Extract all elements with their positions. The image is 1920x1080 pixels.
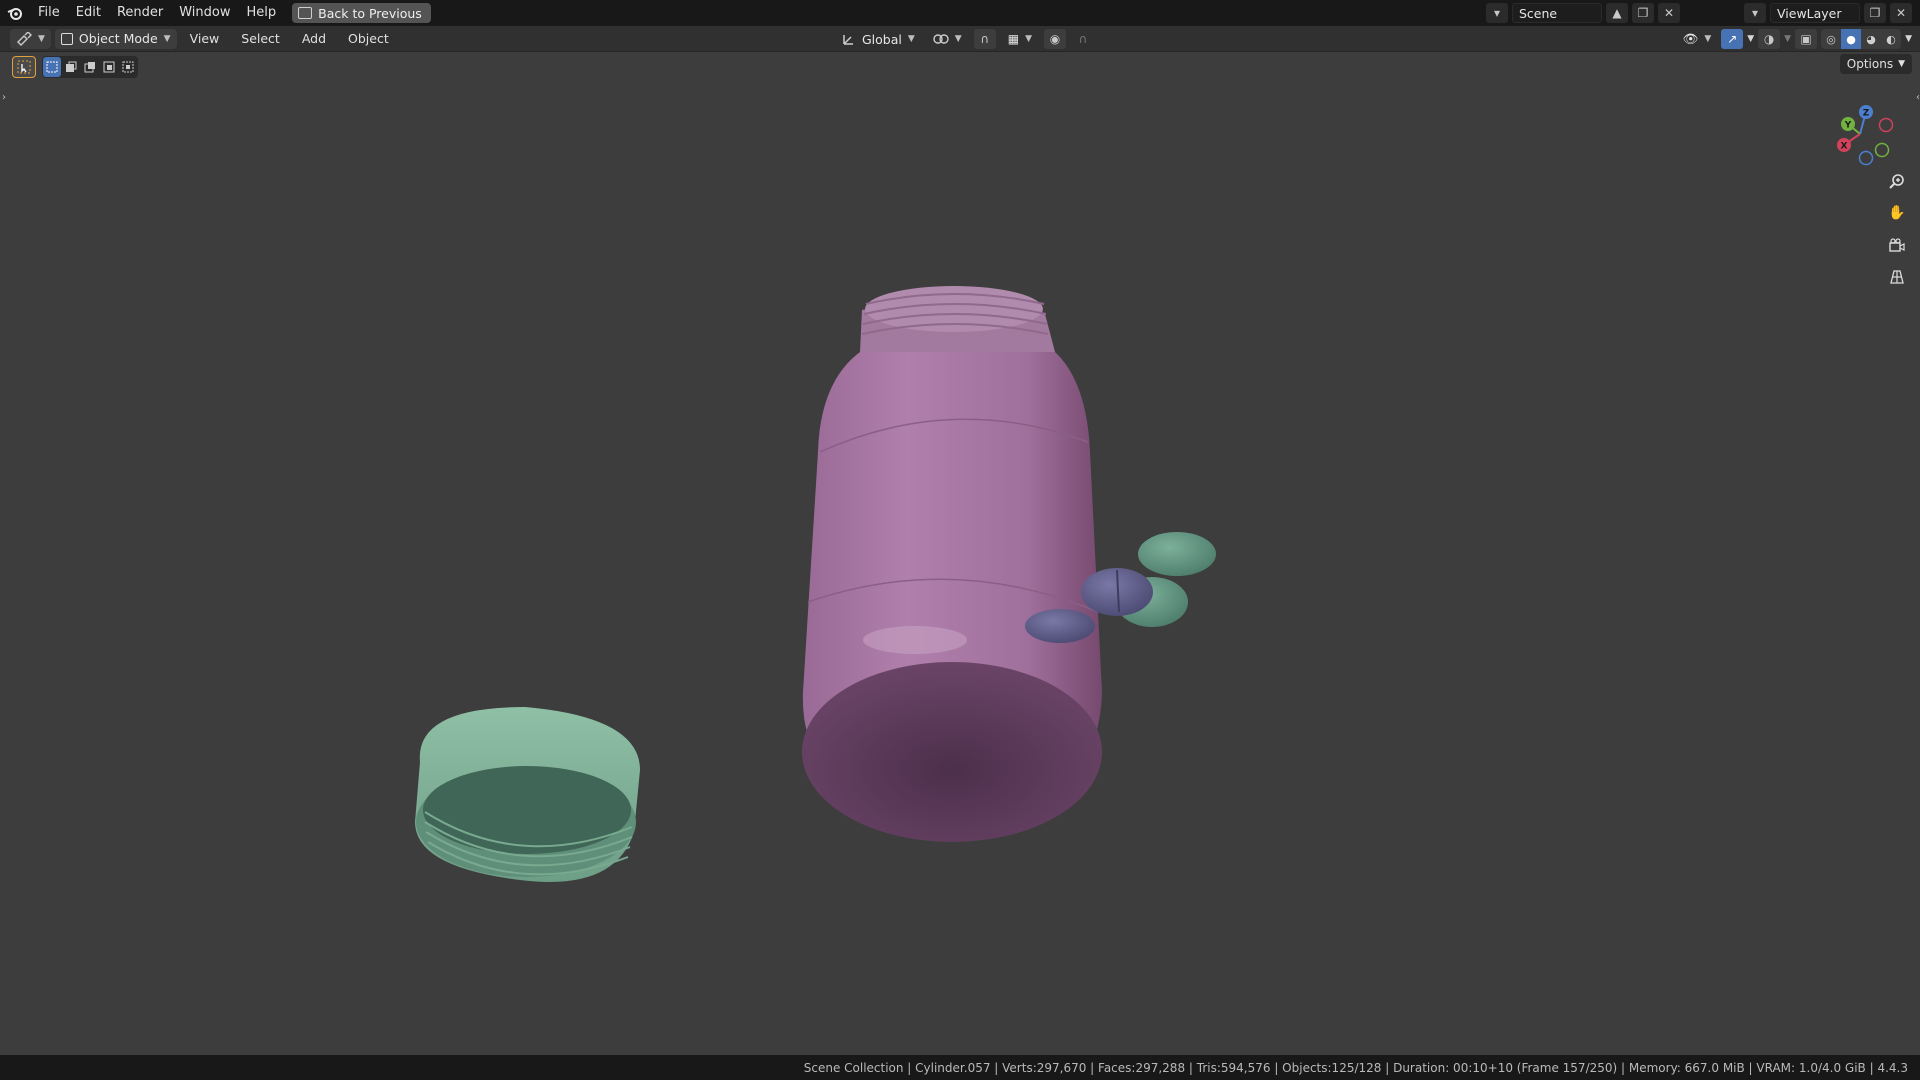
- new-scene-icon[interactable]: ❐: [1632, 3, 1654, 23]
- view-layer-type-icon[interactable]: ▾: [1744, 3, 1766, 23]
- chevron-down-icon[interactable]: ▼: [1905, 34, 1912, 44]
- orientation-label: Global: [862, 31, 902, 47]
- snap-target-dropdown[interactable]: ▦ ▼: [1002, 29, 1038, 49]
- view-layer-field[interactable]: ViewLayer: [1770, 3, 1860, 23]
- chevron-down-icon: ▼: [38, 33, 45, 44]
- blender-logo-icon[interactable]: [0, 0, 30, 26]
- editor-type-dropdown[interactable]: ▼: [10, 28, 51, 49]
- screen-icon: [298, 7, 313, 19]
- menu-window[interactable]: Window: [171, 0, 238, 26]
- view-layer-name: ViewLayer: [1777, 5, 1842, 21]
- falloff-icon[interactable]: ∩: [1072, 29, 1094, 49]
- shading-wireframe-icon[interactable]: ◎: [1821, 29, 1841, 49]
- shading-material-icon[interactable]: ◕: [1861, 29, 1881, 49]
- mode-dropdown[interactable]: Object Mode ▼: [54, 28, 177, 49]
- snap-grid-icon: ▦: [1007, 32, 1020, 46]
- cap-object[interactable]: [415, 707, 640, 882]
- viewport-header: ▼ Object Mode ▼ View Select Add Object G…: [0, 26, 1920, 52]
- viewport-display-controls: 👁 ▼ ↗ ▼ ◑ ▼ ▣ ◎ ● ◕ ◐ ▼: [1676, 29, 1912, 49]
- chevron-down-icon[interactable]: ▼: [1747, 34, 1754, 44]
- chevron-down-icon[interactable]: ▼: [1784, 34, 1791, 44]
- back-to-previous-label: Back to Previous: [318, 5, 422, 21]
- scene-render: [415, 286, 1216, 882]
- menu-file[interactable]: File: [30, 0, 68, 26]
- pivot-icon: [933, 34, 949, 44]
- scene-type-icon[interactable]: ▾: [1486, 3, 1508, 23]
- pivot-dropdown[interactable]: ▼: [927, 29, 968, 49]
- delete-view-layer-icon[interactable]: ✕: [1890, 3, 1912, 23]
- shading-rendered-icon[interactable]: ◐: [1881, 29, 1901, 49]
- visibility-icon: 👁: [1682, 31, 1699, 46]
- editor-type-icon: [17, 31, 32, 46]
- chevron-down-icon: ▼: [1025, 34, 1032, 44]
- chevron-down-icon: ▼: [163, 33, 171, 44]
- scene-name-field[interactable]: Scene: [1512, 3, 1602, 23]
- 3d-viewport[interactable]: › ‹ Options ▼ Z Y X ✋: [0, 52, 1920, 1055]
- mode-label: Object Mode: [78, 31, 158, 46]
- transform-controls: Global ▼ ▼ ∩ ▦ ▼ ◉ ∩: [836, 29, 1094, 49]
- new-view-layer-icon[interactable]: ❐: [1864, 3, 1886, 23]
- xray-icon[interactable]: ▣: [1795, 29, 1818, 49]
- transform-orientation-dropdown[interactable]: Global ▼: [836, 29, 921, 49]
- scene-selector: ▾ Scene ▲ ❐ ✕: [1486, 3, 1680, 23]
- shading-modes: ◎ ● ◕ ◐: [1821, 29, 1902, 49]
- bottle-object[interactable]: [802, 286, 1102, 842]
- transform-orientation-icon: [843, 35, 853, 45]
- menu-select[interactable]: Select: [232, 26, 289, 52]
- back-to-previous-button[interactable]: Back to Previous: [292, 3, 431, 23]
- status-text: Scene Collection | Cylinder.057 | Verts:…: [803, 1060, 1908, 1075]
- view-layer-selector: ▾ ViewLayer ❐ ✕: [1744, 3, 1912, 23]
- scene-name: Scene: [1519, 5, 1558, 21]
- menu-view[interactable]: View: [181, 26, 229, 52]
- object-mode-icon: [60, 32, 73, 45]
- menu-add[interactable]: Add: [293, 26, 335, 52]
- top-bar: File Edit Render Window Help Back to Pre…: [0, 0, 1920, 26]
- gizmo-icon[interactable]: ↗: [1721, 29, 1744, 49]
- pin-icon[interactable]: ▲: [1606, 3, 1628, 23]
- menu-help[interactable]: Help: [239, 0, 285, 26]
- menu-object[interactable]: Object: [339, 26, 398, 52]
- overlay-icon[interactable]: ◑: [1758, 29, 1781, 49]
- status-bar: Scene Collection | Cylinder.057 | Verts:…: [0, 1055, 1920, 1080]
- chevron-down-icon: ▼: [907, 34, 915, 44]
- menu-render[interactable]: Render: [109, 0, 171, 26]
- chevron-down-icon: ▼: [954, 34, 962, 44]
- proportional-edit-icon[interactable]: ◉: [1043, 29, 1066, 49]
- visibility-dropdown[interactable]: 👁 ▼: [1676, 29, 1717, 49]
- snap-icon[interactable]: ∩: [973, 29, 996, 49]
- chevron-down-icon: ▼: [1704, 34, 1712, 44]
- main-menu: File Edit Render Window Help: [30, 0, 284, 26]
- menu-edit[interactable]: Edit: [68, 0, 109, 26]
- delete-scene-icon[interactable]: ✕: [1658, 3, 1680, 23]
- shading-solid-icon[interactable]: ●: [1841, 29, 1862, 49]
